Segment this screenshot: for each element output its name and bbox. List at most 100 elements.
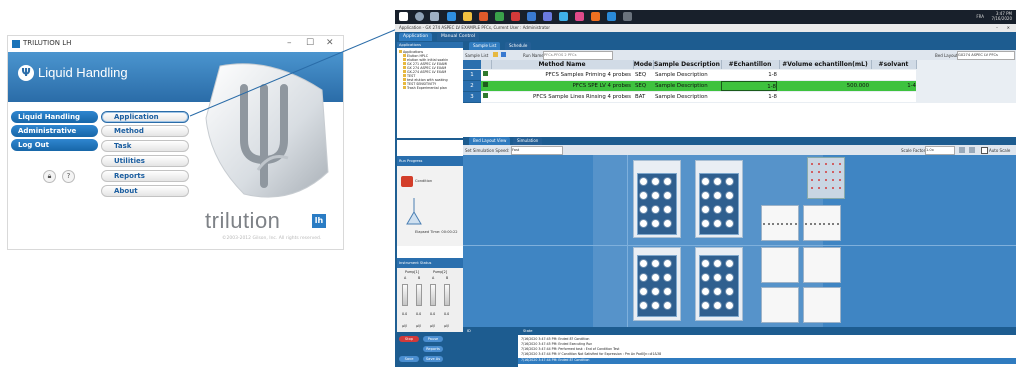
search-icon[interactable]	[415, 12, 424, 21]
taskbar-app-icon[interactable]	[575, 12, 584, 21]
windows-start-icon[interactable]	[399, 12, 408, 21]
stop-button[interactable]: Stop	[399, 336, 419, 342]
reagent-well	[818, 163, 820, 165]
table-row[interactable]: 3 PFCS Sample Lines Rinsing 4 probes BAT…	[463, 92, 916, 103]
taskbar-app-icon[interactable]	[527, 12, 536, 21]
cell-method[interactable]: PFCS Sample Lines Rinsing 4 probes	[491, 92, 631, 102]
nav-administrative-tools-button[interactable]: Administrative Tools	[11, 125, 98, 147]
cell-volume[interactable]	[781, 70, 869, 80]
event-log[interactable]: 7/16/2020 3:47:45 PM: Ended 8? Condition…	[518, 335, 1016, 367]
tab-bed-layout-view[interactable]: Bed Layout View	[469, 137, 511, 145]
tray-well	[814, 223, 816, 225]
tab-schedule[interactable]: Schedule	[505, 42, 532, 50]
tray-well	[790, 223, 792, 225]
tab-simulation[interactable]: Simulation	[513, 137, 543, 145]
run-name-input[interactable]: PFCs-PFOS 2 PFCs	[543, 51, 613, 60]
lock-icon[interactable]: 🔒︎	[43, 170, 56, 183]
reports-button[interactable]: Reports	[101, 170, 189, 182]
cell-description[interactable]: Sample Description	[655, 70, 721, 80]
col-echantillon[interactable]: #Echantillon	[721, 60, 780, 69]
file-explorer-icon[interactable]	[463, 12, 472, 21]
simulation-speed-select[interactable]: Fast	[511, 146, 563, 155]
sample-list-toolbar: Sample List Run Name PFCs-PFOS 2 PFCs Be…	[463, 50, 1016, 60]
auto-scale-checkbox[interactable]	[981, 147, 988, 154]
taskbar-app-icon[interactable]	[591, 12, 600, 21]
pause-button[interactable]: Pause	[423, 336, 443, 342]
task-view-icon[interactable]	[430, 12, 439, 21]
cell-solvant[interactable]: 1-4	[873, 81, 916, 91]
minimize-icon[interactable]: –	[996, 24, 998, 32]
cell-volume[interactable]: 500.000	[781, 81, 869, 91]
save-button[interactable]: Save	[399, 356, 419, 362]
taskbar-app-icon[interactable]	[495, 12, 504, 21]
tab-application[interactable]: Application	[399, 33, 433, 41]
taskbar-clock[interactable]: 3:47 PM 7/16/2020	[991, 11, 1012, 21]
taskbar-language[interactable]: FRA	[976, 14, 984, 19]
tray-wells-layer	[463, 155, 1016, 327]
cell-method[interactable]: PFCS Samples Priming 4 probes	[491, 70, 631, 80]
cell-mode[interactable]: SEQ	[635, 81, 653, 91]
close-icon[interactable]: ✕	[1007, 24, 1010, 32]
col-solvant[interactable]: #solvant	[871, 60, 917, 69]
cell-mode[interactable]: SEQ	[635, 70, 653, 80]
col-mode[interactable]: Mode	[633, 60, 654, 69]
syringe-icon	[402, 284, 408, 306]
trident-logo-icon: Ψ	[18, 65, 34, 81]
bed-layout-view	[463, 155, 1016, 327]
save-as-button[interactable]: Save As	[423, 356, 443, 362]
layout-tabs: Bed Layout View Simulation	[463, 137, 1016, 145]
zoom-in-icon[interactable]	[959, 147, 965, 153]
reagent-well	[839, 171, 841, 173]
zoom-out-icon[interactable]	[969, 147, 975, 153]
run-name-label: Run Name	[523, 53, 544, 58]
col-volume[interactable]: #Volume echantillon(mL)	[779, 60, 872, 69]
about-button[interactable]: About	[101, 185, 189, 197]
save-icon[interactable]	[501, 52, 506, 57]
firefox-icon[interactable]	[479, 12, 488, 21]
cell-description[interactable]: Sample Description	[655, 92, 721, 102]
cell-echantillon-active[interactable]: 1-8	[721, 81, 777, 91]
log-line: 7/16/2020 3:47:45 PM: Ended Executing Ru…	[521, 342, 593, 346]
table-row-selected[interactable]: 2 PFCS SPE LV 4 probes SEQ Sample Descri…	[463, 81, 916, 92]
application-window: FRA 3:47 PM 7/16/2020 Application - GX 2…	[395, 10, 1016, 367]
cell-method[interactable]: PFCS SPE LV 4 probes	[491, 81, 631, 91]
taskbar-app-icon[interactable]	[623, 12, 632, 21]
application-button[interactable]: Application	[101, 111, 189, 123]
tree-item[interactable]: Trash Experimental plan	[403, 86, 447, 90]
cell-mode[interactable]: BAT	[635, 92, 653, 102]
reagent-well	[818, 187, 820, 189]
maximize-icon[interactable]: ☐	[306, 38, 314, 48]
col-sample-description[interactable]: Sample Description	[653, 60, 722, 69]
tab-manual-control[interactable]: Manual Control	[437, 33, 480, 41]
taskbar-app-icon[interactable]	[543, 12, 552, 21]
edge-icon[interactable]	[447, 12, 456, 21]
tray-well	[818, 223, 821, 225]
nav-log-out-button[interactable]: Log Out	[11, 139, 98, 151]
bed-layout-select[interactable]: GX274 ASPEC LV PFCs	[957, 51, 1015, 60]
help-icon[interactable]: ?	[62, 170, 75, 183]
cell-solvant[interactable]	[873, 70, 916, 80]
reagent-well	[832, 187, 834, 189]
tab-sample-list[interactable]: Sample List	[469, 42, 501, 50]
nav-liquid-handling-button[interactable]: Liquid Handling	[11, 111, 98, 123]
pump-value: 0.0	[416, 312, 422, 316]
cell-volume[interactable]	[781, 92, 869, 102]
trilution-taskbar-icon[interactable]	[607, 12, 616, 21]
cell-echantillon[interactable]: 1-8	[721, 70, 777, 80]
scale-factor-input[interactable]: 1.0x	[925, 146, 955, 155]
table-row[interactable]: 1 PFCS Samples Priming 4 probes SEQ Samp…	[463, 70, 916, 81]
clock-date: 7/16/2020	[991, 16, 1012, 21]
task-button[interactable]: Task	[101, 140, 189, 152]
pdf-reader-icon[interactable]	[511, 12, 520, 21]
method-button[interactable]: Method	[101, 125, 189, 137]
minimize-icon[interactable]: –	[287, 38, 292, 48]
reports-button[interactable]: Reports	[423, 346, 443, 352]
utilities-button[interactable]: Utilities	[101, 155, 189, 167]
cell-echantillon[interactable]: 1-8	[721, 92, 777, 102]
open-folder-icon[interactable]	[493, 52, 498, 57]
cell-solvant[interactable]	[873, 92, 916, 102]
taskbar-app-icon[interactable]	[559, 12, 568, 21]
cell-description[interactable]: Sample Description	[655, 81, 721, 91]
close-icon[interactable]: ✕	[326, 38, 334, 48]
col-method-name[interactable]: Method Name	[491, 60, 634, 69]
